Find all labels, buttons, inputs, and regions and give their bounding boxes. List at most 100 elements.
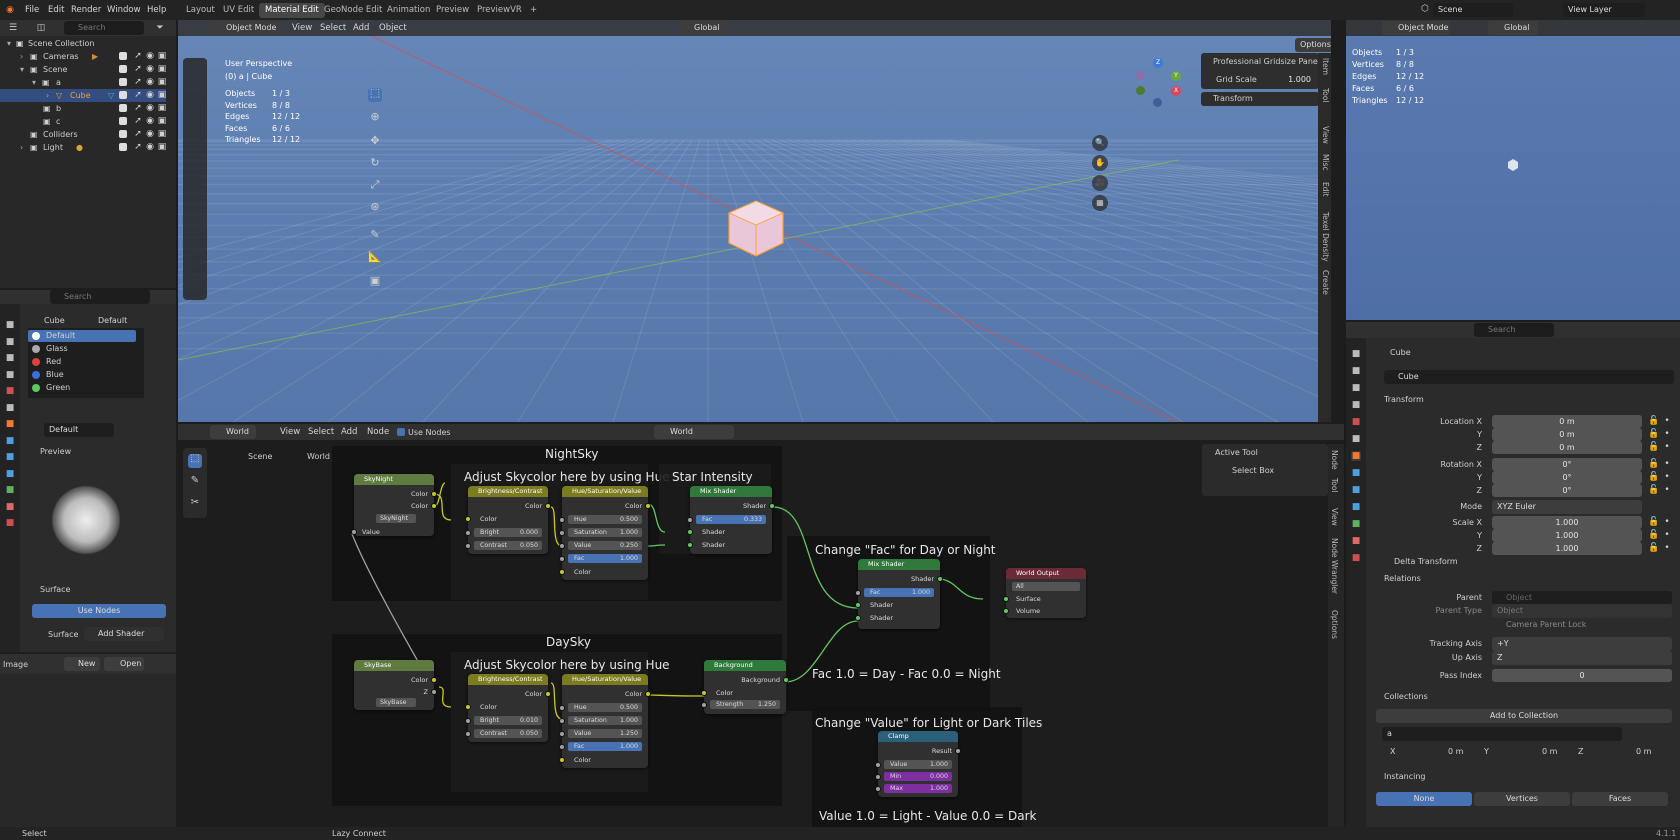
node-clamp[interactable]: Clamp Result Value 1.000 Min 0.000 Max 1.000 — [875, 731, 961, 797]
menu-window[interactable]: Window — [102, 0, 146, 20]
tab-material-edit[interactable]: Material Edit — [259, 3, 325, 18]
cube-object[interactable] — [726, 198, 786, 258]
mini-object-mode-dropdown[interactable]: Object Mode — [1382, 21, 1450, 35]
fac-field[interactable]: Fac 0.333 — [696, 515, 766, 524]
fac-field[interactable]: Fac 1.000 — [568, 554, 642, 563]
keyframe-dot-icon[interactable]: • — [1662, 530, 1672, 540]
tool-tab-icon[interactable]: ■ — [1351, 349, 1361, 359]
new-image-button[interactable]: New — [64, 657, 100, 671]
input-socket[interactable] — [875, 786, 881, 792]
keyframe-dot-icon[interactable]: • — [1662, 485, 1672, 495]
offset-value[interactable]: 0 m — [1636, 747, 1651, 756]
menu-help[interactable]: Help — [142, 0, 171, 20]
output-socket[interactable] — [645, 503, 651, 509]
node-hue-saturation-1[interactable]: Hue/Saturation/Value Color Hue 0.500 Saturat… — [559, 486, 651, 580]
constraints-tab-icon[interactable]: ■ — [1351, 519, 1361, 529]
lock-icon[interactable]: 🔓 — [1648, 472, 1659, 482]
input-socket[interactable] — [465, 704, 471, 710]
input-socket[interactable] — [559, 731, 565, 737]
grid-scale-field[interactable]: 1.000 — [1206, 73, 1316, 86]
outliner-editor-icon[interactable]: ☰ — [8, 23, 18, 33]
transform-field[interactable]: 0° — [1492, 484, 1642, 497]
camera-render-icon[interactable]: ▣ — [157, 142, 167, 152]
tracking-axis-dropdown[interactable]: +Y — [1492, 637, 1672, 651]
grid-view-icon[interactable]: ▦ — [1092, 195, 1108, 211]
camera-render-icon[interactable]: ▣ — [157, 129, 167, 139]
node-side-tab[interactable]: Node — [1330, 450, 1339, 470]
scene-tab-icon[interactable]: ■ — [1351, 417, 1361, 427]
material-slot[interactable]: Glass — [28, 343, 136, 355]
eye-icon[interactable]: ◉ — [145, 51, 155, 61]
preview-header[interactable]: Preview — [40, 447, 71, 456]
select-arrow-icon[interactable]: ➚ — [133, 116, 143, 126]
tab-animation[interactable]: Animation — [381, 3, 436, 18]
strength-field[interactable]: Strength 1.250 — [710, 700, 780, 709]
tab-uv-edit[interactable]: UV Edit — [217, 3, 260, 18]
max-field[interactable]: Max 1.000 — [884, 784, 952, 793]
output-socket[interactable] — [431, 503, 437, 509]
keyframe-dot-icon[interactable]: • — [1662, 472, 1672, 482]
world-tab-icon[interactable]: ■ — [5, 403, 15, 413]
transform-field[interactable]: 1.000 — [1492, 529, 1642, 542]
lock-icon[interactable]: 🔓 — [1648, 416, 1659, 426]
visibility-checkbox[interactable] — [119, 91, 127, 99]
view-layer-tab-icon[interactable]: ■ — [1351, 400, 1361, 410]
node-side-tab[interactable]: Node Wrangler — [1330, 538, 1339, 594]
lock-icon[interactable]: 🔓 — [1648, 530, 1659, 540]
target-dropdown[interactable]: All — [1012, 582, 1080, 591]
input-socket[interactable] — [687, 517, 693, 523]
output-socket[interactable] — [955, 748, 961, 754]
material-name-field[interactable]: Default — [44, 423, 114, 437]
eye-icon[interactable]: ◉ — [145, 116, 155, 126]
transform-field[interactable]: 1.000 — [1492, 516, 1642, 529]
select-box-icon[interactable]: ⬚ — [368, 87, 382, 102]
modifier-tab-icon[interactable]: ■ — [1351, 468, 1361, 478]
input-socket[interactable] — [855, 615, 861, 621]
input-socket[interactable] — [875, 774, 881, 780]
tab-geonode-edit[interactable]: GeoNode Edit — [318, 3, 388, 18]
properties-search-input[interactable]: Search — [1474, 323, 1554, 337]
input-socket[interactable] — [559, 569, 565, 575]
mini-viewport[interactable]: Object Mode Global Objects 1 / 3 Vertices 8… — [1346, 20, 1680, 320]
instancing-option[interactable]: Vertices — [1474, 792, 1570, 806]
menu-render[interactable]: Render — [66, 0, 106, 20]
input-socket[interactable] — [559, 517, 565, 523]
camera-render-icon[interactable]: ▣ — [157, 77, 167, 87]
collection-name-field[interactable]: a — [1382, 727, 1622, 741]
scene-selector[interactable]: Scene — [1433, 3, 1513, 17]
zoom-icon[interactable]: 🔍 — [1092, 135, 1108, 151]
object-name-field[interactable]: Cube — [1384, 370, 1674, 384]
output-tab-icon[interactable]: ■ — [5, 353, 15, 363]
node-brightness-contrast-1[interactable]: Brightness/Contrast Color Color Bright 0.000… — [465, 486, 551, 554]
node-hue-saturation-2[interactable]: Hue/Saturation/Value Color Hue 0.500 Saturat… — [559, 674, 651, 768]
object-tab-icon[interactable]: ■ — [1351, 451, 1361, 461]
rotate-icon[interactable]: ↻ — [368, 157, 382, 172]
hue-field[interactable]: Hue 0.500 — [568, 515, 642, 524]
node-header[interactable]: SkyBase — [354, 660, 434, 671]
data-tab-icon[interactable]: ■ — [1351, 536, 1361, 546]
keyframe-dot-icon[interactable]: • — [1662, 543, 1672, 553]
offset-value[interactable]: 0 m — [1448, 747, 1463, 756]
visibility-checkbox[interactable] — [119, 117, 127, 125]
select-arrow-icon[interactable]: ➚ — [133, 129, 143, 139]
annotate-icon[interactable]: ✎ — [368, 229, 382, 244]
input-socket[interactable] — [1003, 596, 1009, 602]
eye-icon[interactable]: ◉ — [145, 77, 155, 87]
add-cube-icon[interactable]: ▣ — [368, 275, 382, 290]
camera-render-icon[interactable]: ▣ — [157, 116, 167, 126]
scene-icon[interactable]: ⬡ — [1420, 4, 1430, 14]
cursor-icon[interactable]: ⊕ — [368, 111, 382, 126]
contrast-field[interactable]: Contrast 0.050 — [474, 541, 542, 550]
input-socket[interactable] — [559, 530, 565, 536]
lock-icon[interactable]: 🔓 — [1648, 543, 1659, 553]
mini-cube[interactable] — [1508, 159, 1518, 171]
material-slot[interactable]: Red — [28, 356, 136, 368]
relations-section[interactable]: Relations — [1384, 574, 1421, 583]
material-slot[interactable]: Blue — [28, 369, 136, 381]
lock-icon[interactable]: 🔓 — [1648, 459, 1659, 469]
viewport-side-tab[interactable]: View — [1321, 126, 1330, 144]
filter-icon[interactable]: ⏷ — [155, 23, 165, 33]
material-slot[interactable]: Green — [28, 382, 136, 394]
view-layer-tab-icon[interactable]: ■ — [5, 370, 15, 380]
render-tab-icon[interactable]: ■ — [5, 337, 15, 347]
